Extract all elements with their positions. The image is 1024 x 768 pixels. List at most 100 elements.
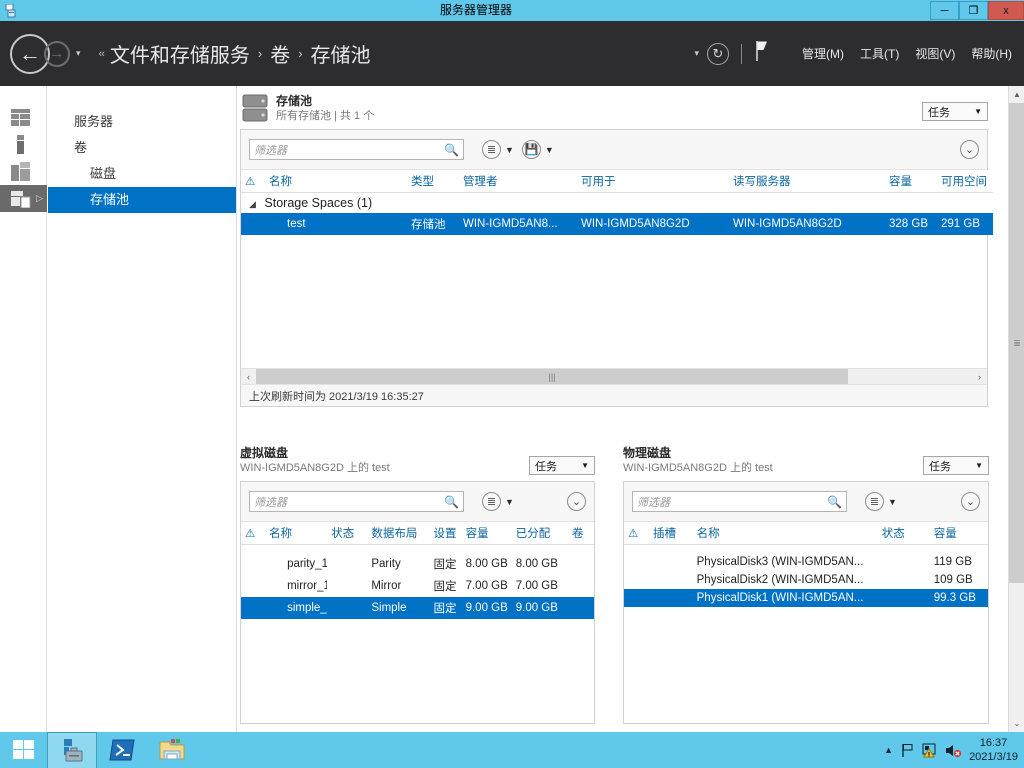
list-view-icon[interactable]: ≣ — [865, 492, 884, 511]
virtual-disks-filter-input[interactable]: 筛选器 🔍 — [249, 491, 464, 512]
column-header-free-space[interactable]: 可用空间 — [937, 170, 993, 193]
taskbar-clock[interactable]: 16:37 2021/3/19 — [969, 736, 1018, 764]
refresh-icon[interactable]: ↻ — [707, 42, 729, 65]
group-expander-icon[interactable]: ◢ — [249, 199, 256, 209]
table-row[interactable]: PhysicalDisk3 (WIN-IGMD5AN... 119 GB — [624, 552, 988, 571]
vscroll-up-button[interactable]: ▲ — [1009, 86, 1024, 103]
virtual-disks-subtitle: WIN-IGMD5AN8G2D 上的 test — [240, 462, 390, 474]
hscroll-track[interactable]: ||| — [256, 368, 972, 385]
cell-provisioning: 固定 — [429, 596, 462, 619]
table-row[interactable]: PhysicalDisk2 (WIN-IGMD5AN... 109 GB — [624, 570, 988, 589]
column-header-capacity[interactable]: 容量 — [929, 522, 988, 545]
save-query-icon[interactable]: 💾 — [521, 140, 541, 159]
history-dropdown-caret[interactable]: ▾ — [76, 48, 81, 59]
column-header-status[interactable]: 状态 — [877, 522, 930, 545]
list-view-icon[interactable]: ≣ — [482, 140, 501, 159]
windows-start-icon[interactable] — [0, 732, 47, 768]
cell-status — [877, 570, 930, 589]
minimize-button[interactable]: ─ — [930, 1, 959, 20]
breadcrumb-item-file-and-storage-services[interactable]: 文件和存储服务 — [110, 39, 250, 68]
vscroll-thumb[interactable]: ≣ — [1009, 103, 1024, 583]
server-manager-taskbar-icon[interactable] — [47, 732, 97, 768]
column-header-allocated[interactable]: 已分配 — [511, 522, 568, 545]
save-query-caret[interactable]: ▼ — [545, 145, 554, 155]
storage-pools-hscrollbar[interactable]: ‹ ||| › — [241, 368, 987, 385]
column-header-provisioning[interactable]: 设置 — [429, 522, 462, 545]
physical-disks-filter-input[interactable]: 筛选器 🔍 — [632, 491, 847, 512]
forward-button[interactable]: → — [44, 40, 70, 67]
restore-button[interactable]: ❐ — [959, 1, 988, 20]
column-header-volume[interactable]: 卷 — [567, 522, 594, 545]
physical-disks-tasks-button[interactable]: 任务 ▼ — [923, 456, 989, 475]
table-header-row: ⚠ 插槽 名称 状态 容量 — [624, 522, 988, 545]
menu-help[interactable]: 帮助(H) — [971, 45, 1012, 62]
breadcrumb-item-storage-pools[interactable]: 存储池 — [311, 39, 371, 68]
column-header-layout[interactable]: 数据布局 — [367, 522, 430, 545]
close-button[interactable]: x — [988, 1, 1024, 20]
volume-muted-icon[interactable] — [945, 743, 962, 758]
menu-manage[interactable]: 管理(M) — [802, 45, 844, 62]
chevron-down-icon[interactable]: ⌄ — [567, 492, 586, 511]
menu-tools[interactable]: 工具(T) — [860, 45, 899, 62]
column-header-read-write-server[interactable]: 读写服务器 — [729, 170, 885, 193]
storage-pools-filter-input[interactable]: 筛选器 🔍 — [249, 139, 464, 160]
list-view-icon[interactable]: ≣ — [482, 492, 501, 511]
table-row[interactable]: mirror_1 Mirror 固定 7.00 GB 7.00 GB — [241, 574, 594, 597]
vscroll-down-button[interactable]: ⌄ — [1009, 715, 1024, 732]
list-view-caret[interactable]: ▼ — [888, 497, 897, 507]
network-warning-icon[interactable] — [922, 743, 938, 758]
column-header-name[interactable]: 名称 — [692, 522, 878, 545]
column-header-available-to[interactable]: 可用于 — [577, 170, 729, 193]
window-title: 服务器管理器 — [439, 3, 512, 17]
search-icon[interactable]: 🔍 — [444, 495, 459, 509]
column-header-capacity[interactable]: 容量 — [461, 522, 512, 545]
table-group-row[interactable]: ◢ Storage Spaces (1) — [241, 192, 993, 213]
table-row[interactable]: test 存储池 WIN-IGMD5AN8... WIN-IGMD5AN8G2D… — [241, 213, 993, 235]
column-header-type[interactable]: 类型 — [407, 170, 459, 193]
warning-column-icon: ⚠ — [624, 522, 649, 545]
physical-disks-panel: 物理磁盘 WIN-IGMD5AN8G2D 上的 test 任务 ▼ 筛选器 🔍 … — [623, 446, 989, 724]
breadcrumb-overflow-icon[interactable]: ‹‹ — [99, 48, 105, 60]
chevron-down-icon[interactable]: ⌄ — [961, 492, 980, 511]
list-view-caret[interactable]: ▼ — [505, 145, 514, 155]
rail-expand-arrow[interactable]: ▷ — [36, 193, 43, 204]
sidebar-item-servers[interactable]: 服务器 — [48, 109, 236, 135]
physical-disks-filterbar: 筛选器 🔍 ≣ ▼ ⌄ — [624, 482, 988, 522]
table-row[interactable]: parity_1 Parity 固定 8.00 GB 8.00 GB — [241, 552, 594, 575]
column-header-managed-by[interactable]: 管理者 — [459, 170, 577, 193]
filter-placeholder: 筛选器 — [637, 496, 670, 509]
hscroll-right-button[interactable]: › — [972, 372, 987, 382]
column-header-capacity[interactable]: 容量 — [885, 170, 937, 193]
tray-expand-icon[interactable]: ▲ — [884, 745, 893, 755]
table-row[interactable]: simple_1 Simple 固定 9.00 GB 9.00 GB — [241, 596, 594, 619]
file-explorer-taskbar-icon[interactable] — [147, 732, 197, 768]
column-header-name[interactable]: 名称 — [265, 522, 328, 545]
table-row[interactable]: PhysicalDisk1 (WIN-IGMD5AN... 99.3 GB — [624, 588, 988, 607]
storage-pools-tasks-button[interactable]: 任务 ▼ — [922, 102, 988, 121]
rail-item-file-and-storage-services[interactable]: ▷ — [0, 185, 47, 212]
column-header-name[interactable]: 名称 — [265, 170, 407, 193]
action-center-flag-icon[interactable] — [900, 743, 915, 758]
virtual-disks-tasks-button[interactable]: 任务 ▼ — [529, 456, 595, 475]
chevron-down-icon: ▼ — [581, 461, 589, 470]
hscroll-thumb[interactable]: ||| — [256, 368, 848, 385]
notifications-caret[interactable]: ▾ — [694, 48, 699, 59]
chevron-down-icon[interactable]: ⌄ — [960, 140, 979, 159]
breadcrumb-item-volumes[interactable]: 卷 — [270, 39, 290, 68]
rail-item-local-server[interactable] — [0, 131, 47, 158]
list-view-caret[interactable]: ▼ — [505, 497, 514, 507]
sidebar-item-volumes[interactable]: 卷 — [48, 135, 236, 161]
flag-icon[interactable] — [754, 40, 770, 67]
content-vertical-scrollbar[interactable]: ▲ ≣ ⌄ — [1008, 86, 1024, 732]
rail-item-all-servers[interactable] — [0, 158, 47, 185]
menu-view[interactable]: 视图(V) — [915, 45, 955, 62]
sidebar-item-disks[interactable]: 磁盘 — [48, 161, 236, 187]
sidebar-item-storage-pools[interactable]: 存储池 — [48, 187, 236, 213]
search-icon[interactable]: 🔍 — [444, 143, 459, 157]
column-header-slot[interactable]: 插槽 — [648, 522, 693, 545]
powershell-taskbar-icon[interactable] — [97, 732, 147, 768]
rail-item-dashboard[interactable] — [0, 104, 47, 131]
search-icon[interactable]: 🔍 — [827, 495, 842, 509]
column-header-status[interactable]: 状态 — [327, 522, 368, 545]
hscroll-left-button[interactable]: ‹ — [241, 372, 256, 382]
